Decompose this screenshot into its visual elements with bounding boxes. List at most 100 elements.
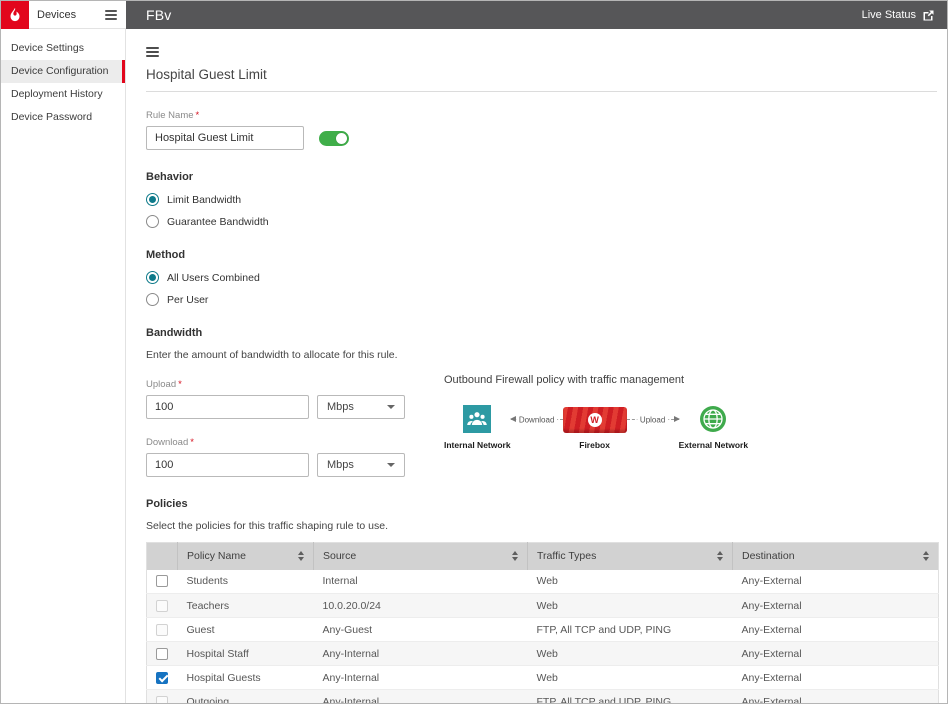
policy-checkbox[interactable] — [156, 575, 168, 587]
main-content: Hospital Guest Limit Rule Name* Behavior… — [126, 29, 947, 704]
policy-name-cell: Guest — [178, 618, 314, 642]
body-row: Device Settings Device Configuration Dep… — [1, 29, 947, 704]
content-menu-toggle[interactable] — [138, 36, 937, 57]
upload-unit-select[interactable]: Mbps — [317, 395, 405, 419]
method-heading: Method — [146, 249, 937, 261]
policies-table: Policy Name Source Traffic Types Destina… — [146, 542, 939, 704]
rule-enabled-toggle[interactable] — [319, 131, 349, 146]
upload-value-input[interactable] — [146, 395, 309, 419]
policy-source-cell: Any-Guest — [314, 618, 528, 642]
radio-label: Guarantee Bandwidth — [167, 216, 269, 228]
devices-label: Devices — [37, 9, 105, 21]
radio-icon[interactable] — [146, 293, 159, 306]
radio-label: All Users Combined — [167, 272, 260, 284]
policy-source-cell: Any-Internal — [314, 666, 528, 690]
sidebar-item-deployment-history[interactable]: Deployment History — [1, 83, 125, 106]
firebox-label: Firebox — [579, 440, 610, 450]
download-label: Download* — [146, 437, 444, 448]
upload-arrow-label: Upload — [637, 416, 668, 425]
policy-source-cell: Internal — [314, 570, 528, 594]
policy-name-cell: Teachers — [178, 594, 314, 618]
chevron-down-icon — [387, 405, 395, 409]
policy-traffic-cell: FTP, All TCP and UDP, PING — [528, 618, 733, 642]
top-bar: Devices FBv Live Status — [1, 1, 947, 29]
upload-arrow: Upload — [627, 419, 679, 420]
policy-checkbox[interactable] — [156, 696, 168, 704]
sidebar-item-device-password[interactable]: Device Password — [1, 106, 125, 129]
unit-select-value: Mbps — [327, 459, 354, 471]
behavior-heading: Behavior — [146, 171, 937, 183]
radio-per-user[interactable]: Per User — [146, 293, 937, 306]
watchguard-logo-icon — [1, 1, 29, 29]
radio-icon[interactable] — [146, 271, 159, 284]
sidebar-item-label: Deployment History — [11, 88, 103, 100]
policy-checkbox[interactable] — [156, 672, 168, 684]
policy-name-cell: Hospital Staff — [178, 642, 314, 666]
policy-checkbox[interactable] — [156, 624, 168, 636]
radio-all-users-combined[interactable]: All Users Combined — [146, 271, 937, 284]
download-unit-select[interactable]: Mbps — [317, 453, 405, 477]
policy-destination-cell: Any-External — [733, 618, 939, 642]
external-network-icon — [699, 405, 727, 433]
internal-network-icon — [463, 405, 491, 433]
required-asterisk: * — [190, 437, 194, 448]
sort-icon[interactable] — [717, 551, 723, 561]
policy-traffic-cell: Web — [528, 666, 733, 690]
unit-select-value: Mbps — [327, 401, 354, 413]
firebox-image: W — [563, 407, 627, 433]
radio-icon[interactable] — [146, 215, 159, 228]
app-window: Devices FBv Live Status Device Settings … — [0, 0, 948, 704]
table-header-destination[interactable]: Destination — [733, 543, 939, 570]
firebox-w-logo-icon: W — [588, 413, 602, 427]
policy-traffic-cell: Web — [528, 570, 733, 594]
policy-traffic-cell: Web — [528, 594, 733, 618]
policy-checkbox[interactable] — [156, 648, 168, 660]
sidebar-item-device-configuration[interactable]: Device Configuration — [1, 60, 125, 83]
sort-icon[interactable] — [512, 551, 518, 561]
sidebar-item-device-settings[interactable]: Device Settings — [1, 37, 125, 60]
table-row: Outgoing Any-Internal FTP, All TCP and U… — [147, 690, 939, 704]
live-status-link[interactable]: Live Status — [862, 9, 935, 22]
table-header-traffic-types[interactable]: Traffic Types — [528, 543, 733, 570]
upload-label: Upload* — [146, 379, 444, 390]
policy-checkbox[interactable] — [156, 600, 168, 612]
policy-destination-cell: Any-External — [733, 666, 939, 690]
rule-name-label: Rule Name* — [146, 110, 937, 121]
external-network-label: External Network — [679, 440, 748, 450]
download-arrow: Download — [511, 419, 563, 420]
policy-source-cell: Any-Internal — [314, 690, 528, 704]
policy-destination-cell: Any-External — [733, 570, 939, 594]
table-row: Hospital Guests Any-Internal Web Any-Ext… — [147, 666, 939, 690]
toggle-knob — [336, 133, 347, 144]
table-header-source[interactable]: Source — [314, 543, 528, 570]
traffic-diagram: Outbound Firewall policy with traffic ma… — [444, 361, 754, 450]
policy-destination-cell: Any-External — [733, 594, 939, 618]
rule-name-input[interactable] — [146, 126, 304, 150]
radio-label: Limit Bandwidth — [167, 194, 241, 206]
page-title: Hospital Guest Limit — [146, 67, 937, 82]
radio-guarantee-bandwidth[interactable]: Guarantee Bandwidth — [146, 215, 937, 228]
sort-icon[interactable] — [923, 551, 929, 561]
devices-menu-icon[interactable] — [105, 10, 117, 20]
policies-description: Select the policies for this traffic sha… — [146, 520, 937, 532]
external-link-icon — [922, 9, 935, 22]
policy-destination-cell: Any-External — [733, 690, 939, 704]
sort-icon[interactable] — [298, 551, 304, 561]
policy-traffic-cell: FTP, All TCP and UDP, PING — [528, 690, 733, 704]
bandwidth-description: Enter the amount of bandwidth to allocat… — [146, 349, 937, 361]
column-label: Source — [323, 550, 356, 562]
sidebar-item-label: Device Settings — [11, 42, 84, 54]
policy-name-cell: Hospital Guests — [178, 666, 314, 690]
chevron-down-icon — [387, 463, 395, 467]
device-header-bar: FBv Live Status — [126, 1, 947, 29]
radio-icon[interactable] — [146, 193, 159, 206]
radio-limit-bandwidth[interactable]: Limit Bandwidth — [146, 193, 937, 206]
policy-name-cell: Outgoing — [178, 690, 314, 704]
policy-source-cell: 10.0.20.0/24 — [314, 594, 528, 618]
title-divider — [146, 91, 937, 92]
table-header-checkbox — [147, 543, 178, 570]
table-row: Students Internal Web Any-External — [147, 570, 939, 594]
device-title: FBv — [146, 7, 172, 23]
download-value-input[interactable] — [146, 453, 309, 477]
table-header-policy-name[interactable]: Policy Name — [178, 543, 314, 570]
